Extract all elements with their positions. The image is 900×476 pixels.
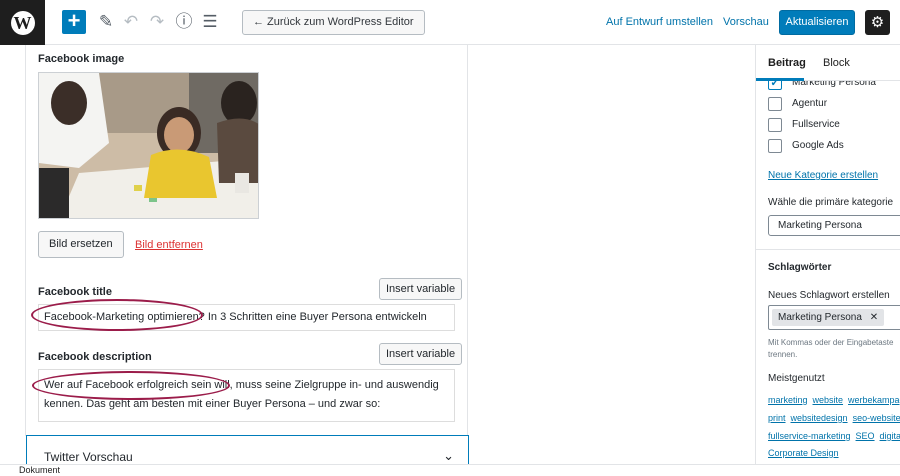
settings-gear-icon[interactable]: ⚙ xyxy=(865,10,890,35)
popular-tag-link[interactable]: SEO xyxy=(856,431,875,441)
checkbox[interactable] xyxy=(768,97,782,111)
social-preview-panel: Facebook image Bild ersetzen Bild entfer… xyxy=(25,45,469,464)
description-insert-variable-button[interactable]: Insert variable xyxy=(379,343,463,365)
settings-sidebar: Beitrag Block ✓ Marketing Persona Agentu… xyxy=(755,45,900,464)
category-label: Google Ads xyxy=(792,140,844,151)
popular-tag-link[interactable]: websitedesign xyxy=(791,413,848,423)
popular-tag-link[interactable]: Corporate Design xyxy=(768,448,839,458)
office-team-photo xyxy=(39,73,258,218)
info-icon[interactable]: ⓘ xyxy=(173,11,195,33)
tag-remove-icon[interactable]: ✕ xyxy=(870,312,878,323)
divider xyxy=(756,249,900,250)
wordpress-logo-button[interactable]: W xyxy=(0,0,45,45)
popular-tags-row: fullservice-marketing SEO digital xyxy=(768,431,900,441)
new-category-link[interactable]: Neue Kategorie erstellen xyxy=(768,170,878,181)
update-button[interactable]: Aktualisieren xyxy=(779,10,855,35)
switch-to-draft-link[interactable]: Auf Entwurf umstellen xyxy=(606,16,713,28)
title-highlight-oval xyxy=(31,299,203,331)
popular-tag-link[interactable]: werbekampagne xyxy=(848,395,900,405)
remove-image-link[interactable]: Bild entfernen xyxy=(135,239,203,251)
category-label: Agentur xyxy=(792,98,828,109)
new-tag-label: Neues Schlagwort erstellen xyxy=(768,290,890,301)
tab-post[interactable]: Beitrag xyxy=(768,57,806,69)
popular-tags-row: print websitedesign seo-website xyxy=(768,413,900,423)
redo-icon[interactable]: ↷ xyxy=(146,11,168,33)
primary-category-select[interactable]: Marketing Persona xyxy=(768,215,900,236)
tag-chip: Marketing Persona ✕ xyxy=(772,309,885,326)
checkbox[interactable] xyxy=(768,118,782,132)
popular-tag-link[interactable]: seo-website xyxy=(853,413,900,423)
add-block-button[interactable]: + xyxy=(62,10,86,34)
breadcrumb-document[interactable]: Dokument xyxy=(19,465,60,475)
chevron-down-icon: ⌄ xyxy=(443,448,454,463)
popular-tag-link[interactable]: website xyxy=(813,395,844,405)
twitter-preview-toggle[interactable]: Twitter Vorschau ⌄ xyxy=(26,435,469,464)
editor-footer: Dokument xyxy=(0,464,900,476)
facebook-image-label: Facebook image xyxy=(38,53,125,65)
category-label: Fullservice xyxy=(792,119,840,130)
tab-block[interactable]: Block xyxy=(823,57,850,69)
tags-help-text: Mit Kommas oder der Eingabetaste trennen… xyxy=(768,338,894,359)
facebook-description-label: Facebook description xyxy=(38,351,152,363)
twitter-preview-label: Twitter Vorschau xyxy=(44,450,133,464)
edit-pencil-icon[interactable]: ✎ xyxy=(95,11,117,33)
facebook-image-preview xyxy=(38,72,259,219)
facebook-title-label: Facebook title xyxy=(38,286,112,298)
wordpress-logo-icon: W xyxy=(10,10,35,35)
description-highlight-oval xyxy=(32,371,230,400)
popular-tags-row: marketing website werbekampagne xyxy=(768,395,900,405)
primary-category-label: Wähle die primäre kategorie xyxy=(768,197,894,208)
active-tab-indicator xyxy=(756,78,804,81)
replace-image-button[interactable]: Bild ersetzen xyxy=(38,231,124,258)
tag-chip-label: Marketing Persona xyxy=(778,312,862,323)
popular-tags-row: Corporate Design xyxy=(768,448,900,458)
editor-toolbar: W + ✎ ↶ ↷ ⓘ ☰ ← Zurück zum WordPress Edi… xyxy=(0,0,900,45)
preview-link[interactable]: Vorschau xyxy=(723,16,769,28)
tags-heading[interactable]: Schlagwörter xyxy=(768,262,831,273)
popular-tag-link[interactable]: marketing xyxy=(768,395,808,405)
title-insert-variable-button[interactable]: Insert variable xyxy=(379,278,463,300)
back-to-editor-button[interactable]: ← Zurück zum WordPress Editor xyxy=(242,10,425,35)
editor-main: Facebook image Bild ersetzen Bild entfer… xyxy=(0,45,755,464)
tag-input[interactable]: Marketing Persona ✕ xyxy=(768,305,900,330)
block-navigation-icon[interactable]: ☰ xyxy=(199,11,221,33)
popular-tag-link[interactable]: digital xyxy=(880,431,900,441)
undo-icon[interactable]: ↶ xyxy=(120,11,142,33)
checkbox[interactable] xyxy=(768,139,782,153)
sidebar-tabs: Beitrag Block xyxy=(756,45,900,81)
popular-tags-heading: Meistgenutzt xyxy=(768,373,825,384)
popular-tag-link[interactable]: fullservice-marketing xyxy=(768,431,851,441)
popular-tag-link[interactable]: print xyxy=(768,413,786,423)
